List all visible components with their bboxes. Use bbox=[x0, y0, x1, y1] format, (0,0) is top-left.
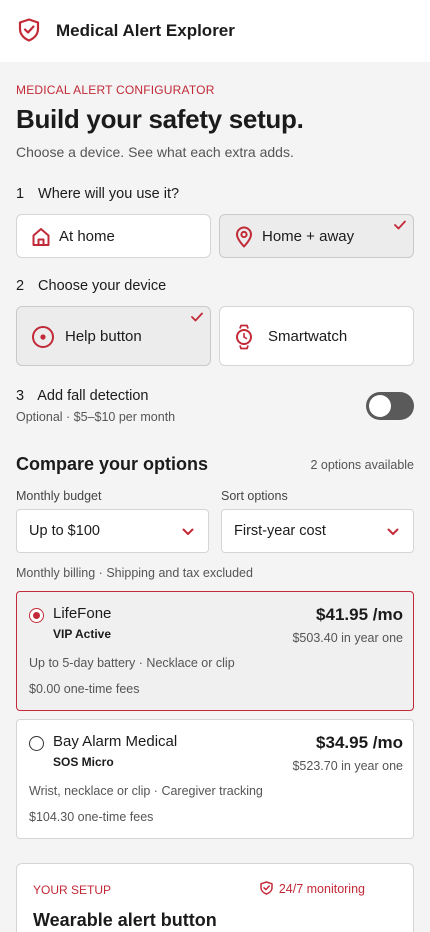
option-smartwatch[interactable]: Smartwatch bbox=[219, 306, 414, 366]
shield-check-icon bbox=[18, 18, 40, 42]
app-title: Medical Alert Explorer bbox=[56, 21, 235, 40]
selected-check-icon bbox=[191, 312, 203, 322]
step-3-heading: 3 Add fall detection bbox=[16, 388, 148, 404]
plan-year-one-cost: $523.70 in year one bbox=[292, 759, 403, 773]
fall-detection-toggle[interactable] bbox=[366, 392, 414, 420]
smartwatch-icon bbox=[236, 324, 252, 350]
setup-tag: YOUR SETUP bbox=[33, 883, 112, 897]
step-1-heading: 1 Where will you use it? bbox=[16, 186, 179, 202]
step-3-number: 3 bbox=[16, 388, 25, 404]
budget-select-value: Up to $100 bbox=[29, 523, 100, 539]
page-subtitle: Choose a device. See what each extra add… bbox=[16, 144, 294, 160]
fall-detection-note: Optional · $5–$10 per month bbox=[16, 410, 176, 424]
step-3-label: Add fall detection bbox=[37, 388, 149, 404]
configurator-eyebrow: MEDICAL ALERT CONFIGURATOR bbox=[16, 83, 215, 97]
selected-check-icon bbox=[394, 220, 406, 230]
monitoring-badge: 24/7 monitoring bbox=[278, 882, 365, 896]
plan-brand: Bay Alarm Medical bbox=[53, 733, 178, 750]
plan-price: $41.95 /mo bbox=[316, 605, 403, 624]
step-2-number: 2 bbox=[16, 278, 25, 294]
sort-label: Sort options bbox=[221, 489, 288, 503]
plan-year-one-cost: $503.40 in year one bbox=[292, 631, 403, 645]
option-help-button[interactable]: Help button bbox=[16, 306, 211, 366]
top-bar: Medical Alert Explorer bbox=[0, 0, 430, 62]
step-1-label: Where will you use it? bbox=[38, 186, 180, 202]
billing-note: Monthly billing · Shipping and tax exclu… bbox=[16, 566, 253, 580]
your-setup-card: YOUR SETUP 24/7 monitoring Wearable aler… bbox=[16, 863, 414, 932]
step-2-heading: 2 Choose your device bbox=[16, 278, 166, 294]
plan-features: Up to 5-day battery · Necklace or clip bbox=[29, 656, 235, 670]
budget-select[interactable]: Up to $100 bbox=[16, 509, 209, 553]
sort-select[interactable]: First-year cost bbox=[221, 509, 414, 553]
plan-radio[interactable] bbox=[29, 608, 44, 623]
plan-radio[interactable] bbox=[29, 736, 44, 751]
page-title: Build your safety setup. bbox=[16, 104, 304, 134]
option-at-home[interactable]: At home bbox=[16, 214, 211, 258]
budget-label: Monthly budget bbox=[16, 489, 102, 503]
option-home-away-label: Home + away bbox=[262, 228, 355, 245]
chevron-down-icon bbox=[182, 528, 194, 535]
option-at-home-label: At home bbox=[59, 228, 115, 245]
step-1-number: 1 bbox=[16, 186, 25, 202]
plan-fees: $0.00 one-time fees bbox=[29, 682, 140, 696]
plan-brand: LifeFone bbox=[53, 605, 112, 622]
sort-select-value: First-year cost bbox=[234, 523, 326, 539]
option-home-away[interactable]: Home + away bbox=[219, 214, 414, 258]
setup-title: Wearable alert button bbox=[33, 910, 217, 930]
option-help-button-label: Help button bbox=[65, 328, 142, 345]
toggle-knob bbox=[369, 395, 391, 417]
option-smartwatch-label: Smartwatch bbox=[268, 328, 348, 345]
compare-title: Compare your options bbox=[16, 454, 209, 474]
plan-card-lifefone[interactable]: LifeFone VIP Active $41.95 /mo $503.40 i… bbox=[16, 591, 414, 711]
shield-check-icon bbox=[260, 881, 273, 895]
location-pin-icon bbox=[236, 226, 252, 248]
help-button-icon bbox=[32, 326, 54, 348]
plan-model: VIP Active bbox=[53, 627, 112, 641]
chevron-down-icon bbox=[387, 528, 399, 535]
plan-price: $34.95 /mo bbox=[316, 733, 403, 752]
options-count: 2 options available bbox=[310, 458, 414, 472]
plan-fees: $104.30 one-time fees bbox=[29, 810, 154, 824]
home-icon bbox=[32, 228, 50, 246]
plan-model: SOS Micro bbox=[53, 755, 114, 769]
plan-features: Wrist, necklace or clip · Caregiver trac… bbox=[29, 784, 263, 798]
plan-card-bay-alarm[interactable]: Bay Alarm Medical SOS Micro $34.95 /mo $… bbox=[16, 719, 414, 839]
step-2-label: Choose your device bbox=[38, 278, 167, 294]
